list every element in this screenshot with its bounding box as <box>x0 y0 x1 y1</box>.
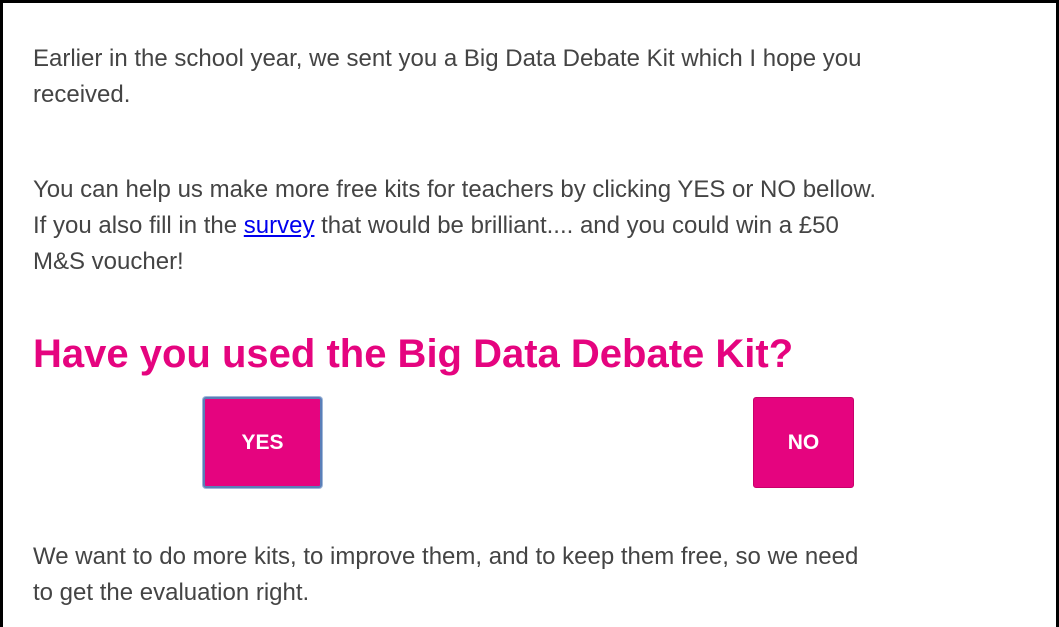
request-paragraph: You can help us make more free kits for … <box>33 172 876 280</box>
request-line-1: You can help us make more free kits for … <box>33 176 877 203</box>
intro-paragraph: Earlier in the school year, we sent you … <box>33 41 861 113</box>
request-line-2-end: that would be brilliant.... and you coul… <box>314 212 839 239</box>
closing-paragraph: We want to do more kits, to improve them… <box>33 539 858 611</box>
request-line-2-start: If you also fill in the <box>33 212 244 239</box>
question-heading: Have you used the Big Data Debate Kit? <box>33 332 794 376</box>
no-button[interactable]: NO <box>753 397 854 488</box>
yes-button[interactable]: YES <box>203 397 322 488</box>
request-line-3: M&S voucher! <box>33 248 184 275</box>
intro-line-2: received. <box>33 81 131 108</box>
email-frame: Earlier in the school year, we sent you … <box>0 0 1059 627</box>
survey-link[interactable]: survey <box>244 212 315 239</box>
intro-line-1: Earlier in the school year, we sent you … <box>33 45 862 72</box>
request-line-2: If you also fill in the survey that woul… <box>33 208 876 244</box>
closing-line-2: to get the evaluation right. <box>33 579 310 606</box>
closing-line-1: We want to do more kits, to improve them… <box>33 543 859 570</box>
